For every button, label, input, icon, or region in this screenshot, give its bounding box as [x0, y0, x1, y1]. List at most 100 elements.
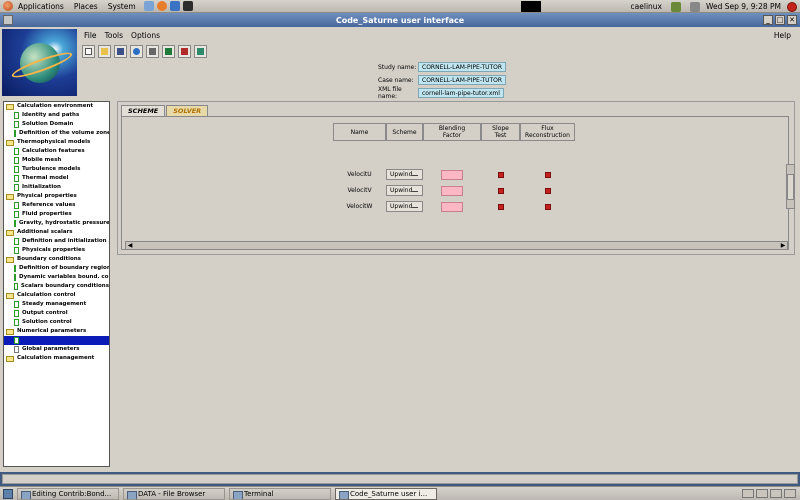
new-file-icon[interactable] — [82, 44, 95, 58]
scroll-left-icon[interactable]: ◀ — [126, 242, 134, 249]
taskbar-button[interactable]: Terminal — [229, 487, 331, 500]
scheme-dropdown[interactable]: Upwind — [386, 201, 423, 212]
clock[interactable]: Wed Sep 9, 9:28 PM — [706, 2, 781, 11]
tree-item[interactable]: Mobile mesh — [4, 156, 109, 165]
window-app-icon[interactable] — [3, 15, 13, 25]
blending-factor-input[interactable] — [441, 201, 463, 212]
help-launcher-icon[interactable] — [169, 1, 180, 11]
blending-factor-input[interactable] — [441, 185, 463, 196]
network-status-icon[interactable] — [670, 1, 681, 12]
vertical-scrollbar[interactable] — [786, 164, 795, 209]
column-header[interactable]: Flux Reconstruction — [520, 123, 575, 141]
volume-icon[interactable] — [689, 1, 700, 12]
tree-item[interactable]: Physicals properties — [4, 246, 109, 255]
tree-item-label: Global parameters — [22, 346, 80, 352]
tree-item[interactable]: Solution Domain — [4, 120, 109, 129]
tree-item-label: Physical properties — [17, 193, 77, 199]
column-header[interactable]: Name — [333, 123, 386, 141]
tools-icon[interactable] — [146, 44, 159, 58]
menu-options[interactable]: Options — [127, 31, 164, 40]
tab-solver[interactable]: SOLVER — [166, 105, 209, 116]
vertical-scroll-thumb[interactable] — [787, 174, 794, 200]
workspace-2[interactable] — [756, 489, 768, 498]
tree-item-label: Output control — [22, 310, 68, 316]
maximize-button[interactable]: □ — [775, 15, 785, 25]
tree-item[interactable]: Global parameters — [4, 345, 109, 354]
tree-item[interactable]: Calculation environment — [4, 102, 109, 111]
tree-item[interactable]: Additional scalars — [4, 228, 109, 237]
tree-item[interactable]: Definition of boundary regions — [4, 264, 109, 273]
flux-reconstruction-checkbox[interactable] — [544, 187, 551, 194]
network-launcher-icon[interactable] — [143, 1, 154, 11]
tree-item[interactable]: Reference values — [4, 201, 109, 210]
table-row[interactable]: VelocitW Upwind — [333, 200, 575, 213]
horizontal-scrollbar[interactable]: ◀ ▶ — [125, 241, 788, 250]
close-button[interactable]: ✕ — [787, 15, 797, 25]
power-icon[interactable] — [787, 1, 797, 12]
workspace-3[interactable] — [770, 489, 782, 498]
tree-item[interactable]: Scalars boundary conditions — [4, 282, 109, 291]
tree-item[interactable]: Fluid properties — [4, 210, 109, 219]
menu-help[interactable]: Help — [770, 31, 795, 40]
firefox-launcher-icon[interactable] — [156, 1, 167, 11]
tree-item[interactable]: Physical properties — [4, 192, 109, 201]
study-name-label: Study name: — [378, 63, 417, 71]
tree-item[interactable]: Calculation features — [4, 147, 109, 156]
blending-factor-input[interactable] — [441, 169, 463, 180]
save-as-icon[interactable] — [130, 44, 143, 58]
tree-item[interactable]: Solution control — [4, 318, 109, 327]
workspace-4[interactable] — [784, 489, 796, 498]
run-icon[interactable] — [162, 44, 175, 58]
scroll-right-icon[interactable]: ▶ — [779, 242, 787, 249]
slope-test-checkbox[interactable] — [497, 171, 504, 178]
menu-file[interactable]: File — [80, 31, 101, 40]
scheme-dropdown[interactable]: Upwind — [386, 185, 423, 196]
places-menu[interactable]: Places — [69, 2, 103, 11]
tree-item[interactable]: Boundary conditions — [4, 255, 109, 264]
window-titlebar[interactable]: Code_Saturne user interface _ □ ✕ — [0, 13, 800, 27]
tree-item[interactable]: Output control — [4, 309, 109, 318]
tree-item[interactable]: Steady management — [4, 300, 109, 309]
taskbar-button[interactable]: DATA - File Browser — [123, 487, 225, 500]
column-header[interactable]: Slope Test — [481, 123, 520, 141]
table-row[interactable]: VelocitV Upwind — [333, 184, 575, 197]
tab-scheme[interactable]: SCHEME — [121, 105, 166, 116]
show-desktop-icon[interactable] — [3, 488, 13, 499]
save-icon[interactable] — [114, 44, 127, 58]
slope-test-checkbox[interactable] — [497, 203, 504, 210]
applications-menu[interactable]: Applications — [13, 2, 69, 11]
table-row[interactable]: VelocitU Upwind — [333, 168, 575, 181]
workspace-1[interactable] — [742, 489, 754, 498]
taskbar-button[interactable]: Code_Saturne user i... — [335, 487, 437, 500]
tree-item[interactable] — [4, 336, 109, 345]
tree-item[interactable]: Numerical parameters — [4, 327, 109, 336]
slope-test-checkbox[interactable] — [497, 187, 504, 194]
flux-reconstruction-checkbox[interactable] — [544, 171, 551, 178]
terminal-launcher-icon[interactable] — [182, 1, 193, 11]
taskbar-button[interactable]: Editing Contrib:Bond... — [17, 487, 119, 500]
scheme-dropdown[interactable]: Upwind — [386, 169, 423, 180]
column-header[interactable]: Scheme — [386, 123, 423, 141]
open-folder-icon[interactable] — [98, 44, 111, 58]
tree-item[interactable]: Definition of the volume zones — [4, 129, 109, 138]
flux-cell — [520, 187, 575, 194]
batch-icon[interactable] — [178, 44, 191, 58]
tree-item[interactable]: Calculation management — [4, 354, 109, 363]
tree-item[interactable]: Gravity, hydrostatic pressure — [4, 219, 109, 228]
flux-reconstruction-checkbox[interactable] — [544, 203, 551, 210]
system-menu[interactable]: System — [103, 2, 141, 11]
tree-item[interactable]: Definition and initialization — [4, 237, 109, 246]
quit-icon[interactable] — [194, 44, 207, 58]
tree-item[interactable]: Identity and paths — [4, 111, 109, 120]
tree-item[interactable]: Dynamic variables bound. cond. — [4, 273, 109, 282]
page-icon — [14, 166, 19, 173]
minimize-button[interactable]: _ — [763, 15, 773, 25]
gnome-foot-icon[interactable] — [3, 1, 13, 11]
tree-item[interactable]: Calculation control — [4, 291, 109, 300]
tree-item[interactable]: Thermal model — [4, 174, 109, 183]
tree-item[interactable]: Thermophysical models — [4, 138, 109, 147]
menu-tools[interactable]: Tools — [101, 31, 127, 40]
tree-item[interactable]: Turbulence models — [4, 165, 109, 174]
column-header[interactable]: Blending Factor — [423, 123, 481, 141]
tree-item[interactable]: Initialization — [4, 183, 109, 192]
